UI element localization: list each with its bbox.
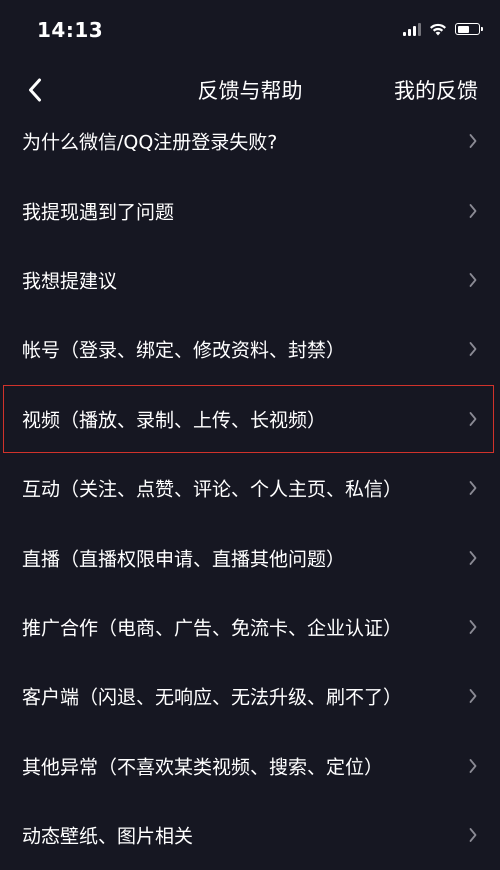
list-item[interactable]: 互动（关注、点赞、评论、个人主页、私信） <box>0 454 500 523</box>
list-item[interactable]: 视频（播放、录制、上传、长视频） <box>2 384 495 453</box>
chevron-right-icon <box>469 550 477 565</box>
chevron-right-icon <box>469 273 477 287</box>
chevron-right-icon <box>469 620 477 634</box>
list-item-label: 视频（播放、录制、上传、长视频） <box>22 409 327 432</box>
chevron-right-icon <box>469 689 477 704</box>
list-item[interactable]: 客户端（闪退、无响应、无法升级、刷不了） <box>0 662 500 731</box>
list-item[interactable]: 我提现遇到了问题 <box>0 176 500 245</box>
status-time: 14:13 <box>37 18 104 42</box>
list-item[interactable]: 我想提建议 <box>0 245 500 314</box>
list-item[interactable]: 动态壁纸、图片相关 <box>0 801 500 870</box>
help-topic-list: 为什么微信/QQ注册登录失败? 我提现遇到了问题 我想提建议帐号（登录、绑定、修改资… <box>0 106 500 870</box>
list-item[interactable]: 为什么微信/QQ注册登录失败? <box>0 106 500 176</box>
list-item[interactable]: 推广合作（电商、广告、免流卡、企业认证） <box>0 592 500 661</box>
list-item-label: 我提现遇到了问题 <box>22 201 175 224</box>
chevron-right-icon <box>469 758 477 773</box>
list-item-label: 互动（关注、点赞、评论、个人主页、私信） <box>22 478 403 501</box>
list-item[interactable]: 直播（直播权限申请、直播其他问题） <box>0 523 500 592</box>
list-item-label: 其他异常（不喜欢某类视频、搜索、定位） <box>22 756 384 779</box>
list-item-label: 我想提建议 <box>22 270 118 293</box>
battery-icon <box>455 23 483 35</box>
list-item-label: 直播（直播权限申请、直播其他问题） <box>22 548 346 571</box>
status-icons <box>403 22 483 36</box>
chevron-right-icon <box>469 134 477 148</box>
battery-fill <box>457 25 469 33</box>
list-item-label: 推广合作（电商、广告、免流卡、企业认证） <box>22 617 403 640</box>
signal-icon <box>403 22 421 36</box>
status-bar: 14:13 <box>0 0 500 60</box>
chevron-right-icon <box>469 203 477 218</box>
chevron-right-icon <box>469 411 477 426</box>
list-item[interactable]: 帐号（登录、绑定、修改资料、封禁） <box>0 315 500 384</box>
list-item-label: 客户端（闪退、无响应、无法升级、刷不了） <box>22 686 403 709</box>
chevron-right-icon <box>469 342 477 357</box>
chevron-right-icon <box>469 828 477 843</box>
list-item[interactable]: 其他异常（不喜欢某类视频、搜索、定位） <box>0 731 500 800</box>
list-item-label: 动态壁纸、图片相关 <box>22 825 194 848</box>
wifi-icon <box>430 23 446 35</box>
chevron-right-icon <box>469 481 477 496</box>
my-feedback-button[interactable]: 我的反馈 <box>394 75 478 105</box>
list-item-label: 帐号（登录、绑定、修改资料、封禁） <box>22 339 346 362</box>
list-item-label: 为什么微信/QQ注册登录失败? <box>22 131 278 154</box>
